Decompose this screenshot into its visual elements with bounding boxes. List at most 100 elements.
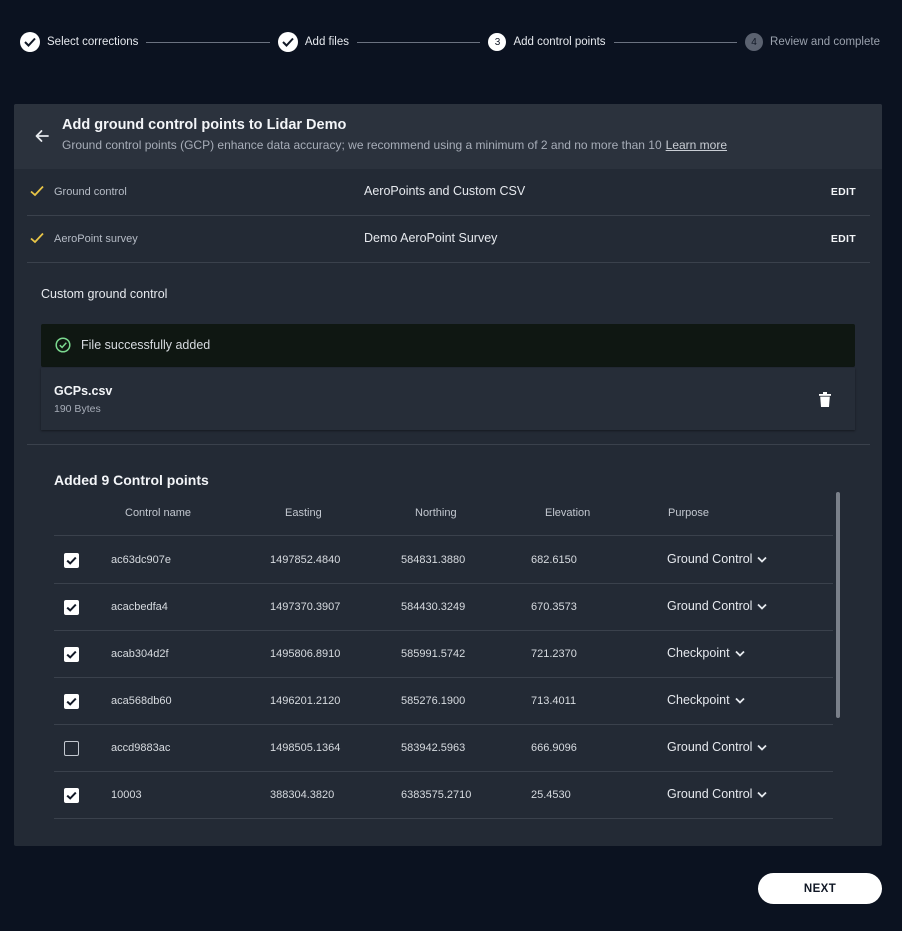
column-header-northing: Northing — [415, 507, 457, 519]
checkmark-icon — [66, 697, 77, 706]
cell-northing: 583942.5963 — [401, 742, 466, 754]
step-complete-check-icon — [277, 32, 298, 52]
step-select-corrections[interactable]: Select corrections — [20, 32, 138, 52]
subtitle-text: Ground control points (GCP) enhance data… — [62, 138, 662, 152]
cell-control-name: acab304d2f — [111, 648, 169, 660]
purpose-value: Ground Control — [667, 740, 753, 754]
checkbox-checked[interactable] — [64, 694, 79, 709]
cell-easting: 388304.3820 — [270, 789, 335, 801]
cell-northing: 584430.3249 — [401, 601, 466, 613]
cell-control-name: accd9883ac — [111, 742, 171, 754]
chevron-down-icon — [757, 791, 768, 798]
table-row: 10003 388304.3820 6383575.2710 25.4530 Groun… — [54, 772, 833, 819]
success-banner: File successfully added — [41, 324, 855, 367]
table-row: acacbedfa4 1497370.3907 584430.3249 670.357… — [54, 584, 833, 631]
summary-row-aeropoint-survey: AeroPoint survey Demo AeroPoint Survey E… — [27, 216, 870, 263]
checkmark-icon — [66, 556, 77, 565]
table-row: ac63dc907e 1497852.4840 584831.3880 682.615… — [54, 537, 833, 584]
control-points-table: Control name Easting Northing Elevation … — [54, 496, 834, 826]
cell-elevation: 25.4530 — [531, 789, 571, 801]
summary-label: Ground control — [54, 186, 127, 198]
custom-ground-control-heading: Custom ground control — [41, 287, 168, 301]
step-add-control-points[interactable]: 3 Add control points — [488, 33, 606, 51]
cell-elevation: 670.3573 — [531, 601, 577, 613]
cell-control-name: aca568db60 — [111, 695, 172, 707]
learn-more-link[interactable]: Learn more — [666, 138, 727, 152]
chevron-down-icon — [757, 603, 768, 610]
step-complete-check-icon — [20, 32, 40, 52]
cell-easting: 1495806.8910 — [270, 648, 341, 660]
cell-easting: 1496201.2120 — [270, 695, 341, 707]
step-label: Select corrections — [47, 36, 139, 48]
check-icon — [30, 185, 44, 197]
section-divider — [27, 444, 870, 445]
gcp-card: Add ground control points to Lidar Demo … — [14, 104, 882, 846]
cell-northing: 6383575.2710 — [401, 789, 472, 801]
purpose-value: Ground Control — [667, 599, 753, 613]
checkbox-checked[interactable] — [64, 788, 79, 803]
column-header-control-name: Control name — [125, 507, 192, 519]
edit-ground-control-button[interactable]: EDIT — [831, 186, 856, 198]
control-points-heading: Added 9 Control points — [54, 472, 209, 488]
cell-easting: 1497370.3907 — [270, 601, 341, 613]
chevron-down-icon — [757, 556, 768, 563]
back-arrow-icon[interactable] — [34, 128, 50, 144]
purpose-dropdown[interactable]: Ground Control — [667, 552, 768, 566]
next-button[interactable]: NEXT — [758, 873, 882, 904]
checkmark-icon — [66, 650, 77, 659]
purpose-value: Ground Control — [667, 787, 753, 801]
purpose-dropdown[interactable]: Checkpoint — [667, 646, 745, 660]
checkbox-checked[interactable] — [64, 600, 79, 615]
checkbox-checked[interactable] — [64, 647, 79, 662]
purpose-dropdown[interactable]: Ground Control — [667, 599, 768, 613]
step-add-files[interactable]: Add files — [277, 32, 349, 52]
cell-northing: 585991.5742 — [401, 648, 466, 660]
step-label: Add control points — [513, 36, 606, 48]
cell-elevation: 666.9096 — [531, 742, 577, 754]
summary-value: Demo AeroPoint Survey — [364, 231, 498, 245]
purpose-dropdown[interactable]: Ground Control — [667, 740, 768, 754]
summary-label: AeroPoint survey — [54, 233, 138, 245]
column-header-purpose: Purpose — [668, 507, 709, 519]
checkmark-icon — [66, 603, 77, 612]
step-number: 3 — [488, 33, 507, 51]
file-size: 190 Bytes — [54, 403, 101, 415]
table-row: acab304d2f 1495806.8910 585991.5742 721.237… — [54, 631, 833, 678]
step-number: 4 — [745, 33, 764, 51]
step-connector — [357, 41, 481, 43]
cell-easting: 1498505.1364 — [270, 742, 341, 754]
cell-elevation: 682.6150 — [531, 554, 577, 566]
checkbox-unchecked[interactable] — [64, 741, 79, 756]
purpose-value: Checkpoint — [667, 693, 730, 707]
cell-elevation: 721.2370 — [531, 648, 577, 660]
column-header-easting: Easting — [285, 507, 322, 519]
edit-aeropoint-survey-button[interactable]: EDIT — [831, 233, 856, 245]
page-title: Add ground control points to Lidar Demo — [62, 117, 347, 133]
checkbox-checked[interactable] — [64, 553, 79, 568]
checkmark-icon — [66, 791, 77, 800]
page-subtitle: Ground control points (GCP) enhance data… — [62, 138, 727, 152]
table-row: aca568db60 1496201.2120 585276.1900 713.401… — [54, 678, 833, 725]
step-connector — [146, 41, 270, 43]
step-label: Review and complete — [770, 36, 880, 48]
card-header: Add ground control points to Lidar Demo … — [14, 104, 882, 169]
cell-control-name: acacbedfa4 — [111, 601, 168, 613]
purpose-value: Ground Control — [667, 552, 753, 566]
purpose-dropdown[interactable]: Ground Control — [667, 787, 768, 801]
table-header: Control name Easting Northing Elevation … — [54, 496, 833, 536]
step-review-and-complete: 4 Review and complete — [745, 33, 880, 51]
file-name: GCPs.csv — [54, 384, 113, 398]
cell-control-name: 10003 — [111, 789, 142, 801]
table-row: accd9883ac 1498505.1364 583942.5963 666.909… — [54, 725, 833, 772]
chevron-down-icon — [734, 697, 745, 704]
summary-value: AeroPoints and Custom CSV — [364, 184, 526, 198]
purpose-value: Checkpoint — [667, 646, 730, 660]
cell-elevation: 713.4011 — [531, 695, 577, 707]
purpose-dropdown[interactable]: Checkpoint — [667, 693, 745, 707]
trash-icon[interactable] — [819, 392, 831, 407]
cell-control-name: ac63dc907e — [111, 554, 171, 566]
table-scrollbar[interactable] — [836, 492, 840, 718]
cell-easting: 1497852.4840 — [270, 554, 341, 566]
success-message: File successfully added — [81, 338, 211, 352]
step-label: Add files — [304, 36, 349, 48]
